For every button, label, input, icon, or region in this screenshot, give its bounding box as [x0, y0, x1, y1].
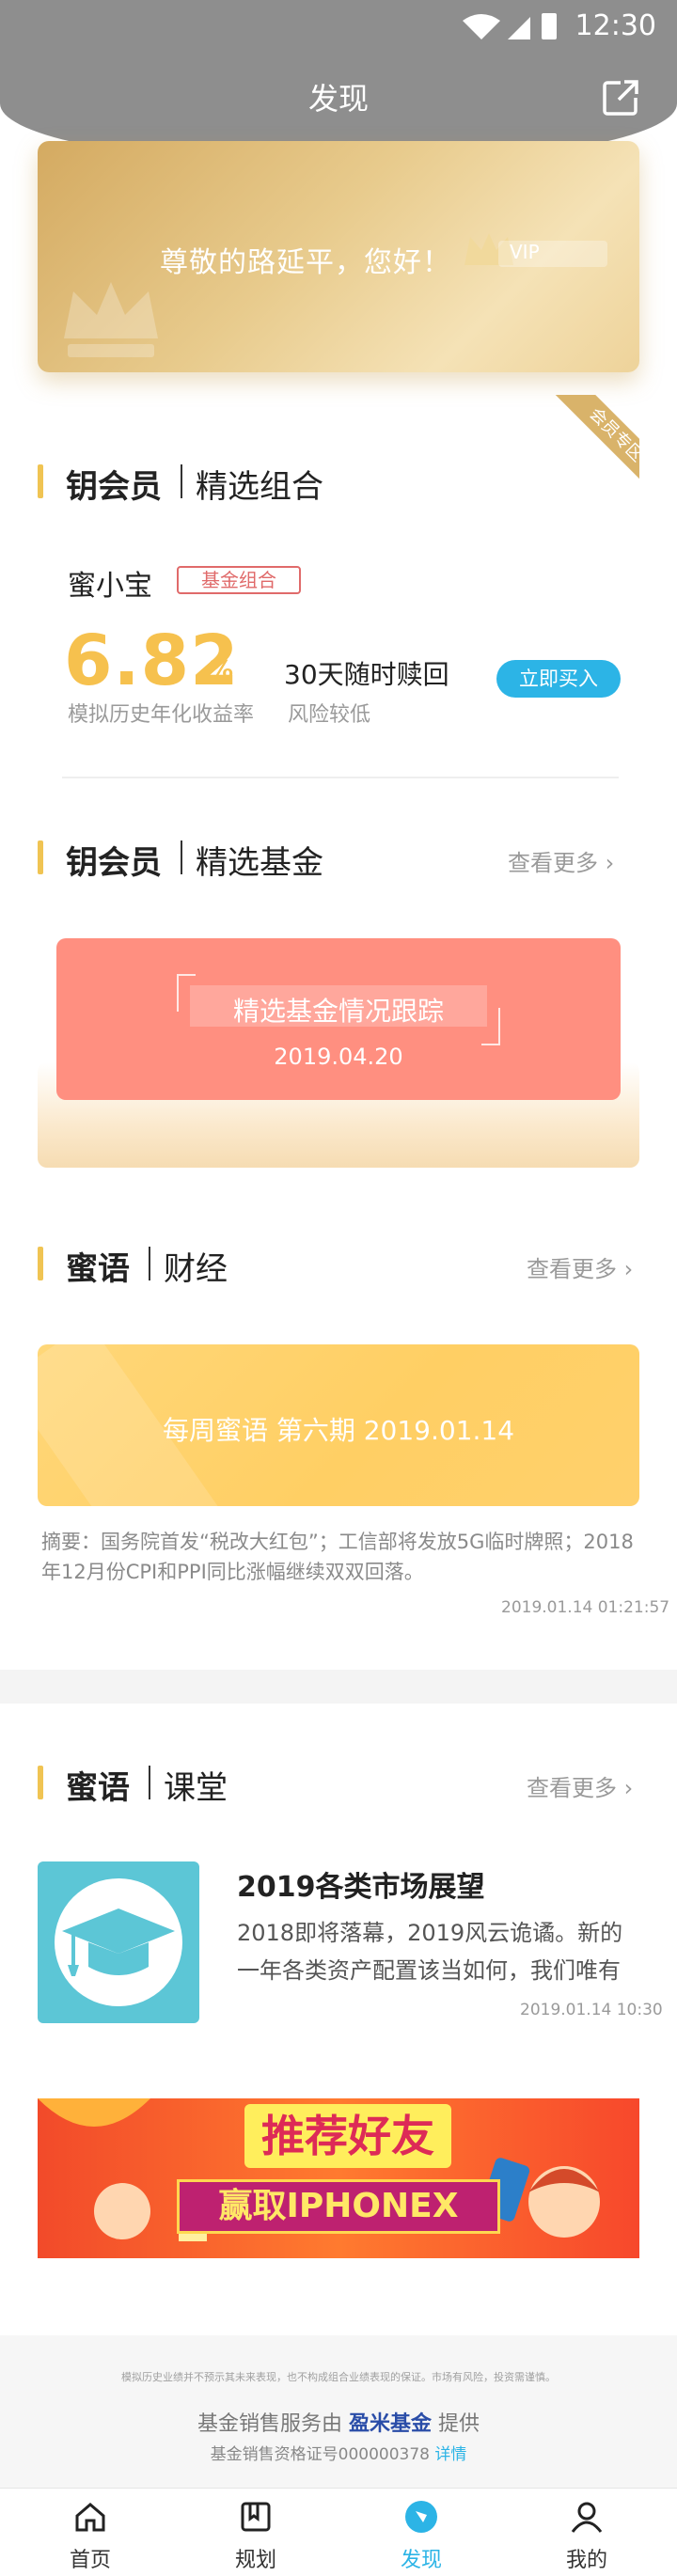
product-feature: 30天随时赎回	[284, 659, 449, 690]
section-title: 钥会员	[66, 468, 162, 506]
service-prefix: 基金销售服务由	[197, 2412, 342, 2436]
summary-time: 2019.01.14 01:21:57	[501, 1598, 670, 1617]
status-icons	[463, 13, 557, 39]
product-rate-unit: %	[209, 656, 234, 684]
battery-icon	[542, 13, 557, 39]
section-subtitle: 财经	[164, 1250, 228, 1288]
section-marker	[38, 840, 43, 874]
user-icon	[571, 2502, 603, 2533]
license-number: 基金销售资格证号000000378	[210, 2445, 430, 2464]
product-name[interactable]: 蜜小宝	[68, 562, 152, 604]
home-icon	[75, 2503, 105, 2532]
page-title: 发现	[307, 81, 369, 117]
status-time: 12:30	[575, 9, 656, 42]
section-subtitle: 精选基金	[196, 844, 323, 882]
fund-card-date: 2019.04.20	[274, 1044, 403, 1070]
tab-home[interactable]: 首页	[6, 2489, 175, 2576]
weekly-card-title: 每周蜜语 第六期 2019.01.14	[162, 1415, 515, 1446]
weekly-card[interactable]: 每周蜜语 第六期 2019.01.14	[38, 1344, 639, 1506]
buy-button[interactable]: 立即买入	[496, 660, 621, 698]
partner-logo: 盈米基金	[348, 2412, 432, 2436]
section-divider	[181, 840, 182, 874]
section-title: 钥会员	[66, 844, 162, 882]
tab-mine[interactable]: 我的	[502, 2489, 671, 2576]
tab-label: 我的	[565, 2549, 607, 2572]
more-label: 查看更多	[527, 1775, 617, 1801]
section-divider	[181, 464, 182, 498]
service-suffix: 提供	[438, 2412, 480, 2436]
section-divider	[149, 1247, 150, 1280]
more-label: 查看更多	[508, 850, 598, 876]
more-link-class[interactable]: 查看更多 ›	[527, 1769, 633, 1802]
tab-label: 首页	[69, 2549, 111, 2572]
class-time: 2019.01.14 10:30	[520, 2001, 663, 2019]
tab-label: 规划	[234, 2549, 276, 2572]
license-detail-link[interactable]: 详情	[434, 2445, 466, 2464]
graduation-cap-icon	[55, 1878, 182, 2006]
fund-track-card[interactable]: 精选基金情况跟踪 2019.04.20	[56, 938, 621, 1100]
section-gap	[0, 1670, 677, 1704]
vip-badge: VIP	[461, 231, 611, 275]
summary-text: 摘要：国务院首发“税改大红包”；工信部将发放5G临时牌照；2018年12月份CP…	[41, 1531, 634, 1583]
wifi-icon	[463, 14, 500, 39]
divider	[62, 777, 619, 778]
chevron-right-icon: ›	[617, 1256, 634, 1282]
fund-card-title: 精选基金情况跟踪	[232, 996, 444, 1027]
section-marker	[38, 464, 43, 498]
footer-disclaimer: 模拟历史业绩并不预示其未来表现，也不构成组合业绩表现的保证。市场有风险，投资需谨…	[121, 2371, 556, 2383]
footer-service: 基金销售服务由 盈米基金 提供	[0, 2407, 677, 2437]
crown-icon	[64, 282, 158, 357]
promo-title: 推荐好友	[244, 2104, 451, 2168]
promo-banner[interactable]: 推荐好友 赢取IPHONEX	[38, 2098, 639, 2258]
more-link-fund[interactable]: 查看更多 ›	[508, 844, 614, 877]
tab-label: 发现	[400, 2549, 442, 2572]
vip-badge-label: VIP	[510, 241, 540, 263]
class-thumbnail[interactable]	[38, 1861, 199, 2023]
class-title[interactable]: 2019各类市场展望	[237, 1863, 485, 1905]
product-risk: 风险较低	[288, 703, 371, 727]
section-subtitle: 精选组合	[196, 468, 323, 506]
footer-license: 基金销售资格证号000000378 详情	[0, 2441, 677, 2464]
chevron-right-icon: ›	[598, 850, 615, 876]
section-marker	[38, 1766, 43, 1799]
tab-bar: 首页 规划 发现 我的	[0, 2488, 677, 2576]
vip-greeting: 尊敬的路延平，您好！	[160, 246, 451, 279]
promo-subtitle: 赢取IPHONEX	[177, 2179, 500, 2234]
more-label: 查看更多	[527, 1256, 617, 1282]
section-subtitle: 课堂	[164, 1769, 228, 1807]
vip-card[interactable]: 尊敬的路延平，您好！ VIP	[38, 141, 639, 372]
compass-icon	[405, 2501, 437, 2533]
footer: 模拟历史业绩并不预示其未来表现，也不构成组合业绩表现的保证。市场有风险，投资需谨…	[0, 2335, 677, 2488]
share-icon[interactable]	[600, 77, 641, 118]
member-ribbon: 会员专区	[543, 395, 639, 498]
tab-plan[interactable]: 规划	[171, 2489, 340, 2576]
tab-discover[interactable]: 发现	[337, 2489, 506, 2576]
product-rate-label: 模拟历史年化收益率	[68, 703, 255, 727]
section-title: 蜜语	[66, 1250, 130, 1288]
member-corner[interactable]: 会员专区	[536, 395, 639, 498]
section-divider	[149, 1766, 150, 1799]
signal-icon	[508, 17, 530, 39]
chevron-right-icon: ›	[617, 1775, 634, 1801]
more-link-finance[interactable]: 查看更多 ›	[527, 1250, 633, 1283]
section-marker	[38, 1247, 43, 1280]
class-description: 2018即将落幕，2019风云诡谲。新的一年各类资产配置该当如何，我们唯有提	[237, 1920, 623, 1984]
book-icon	[241, 2502, 271, 2532]
section-title: 蜜语	[66, 1769, 130, 1807]
product-tag: 基金组合	[177, 566, 301, 594]
